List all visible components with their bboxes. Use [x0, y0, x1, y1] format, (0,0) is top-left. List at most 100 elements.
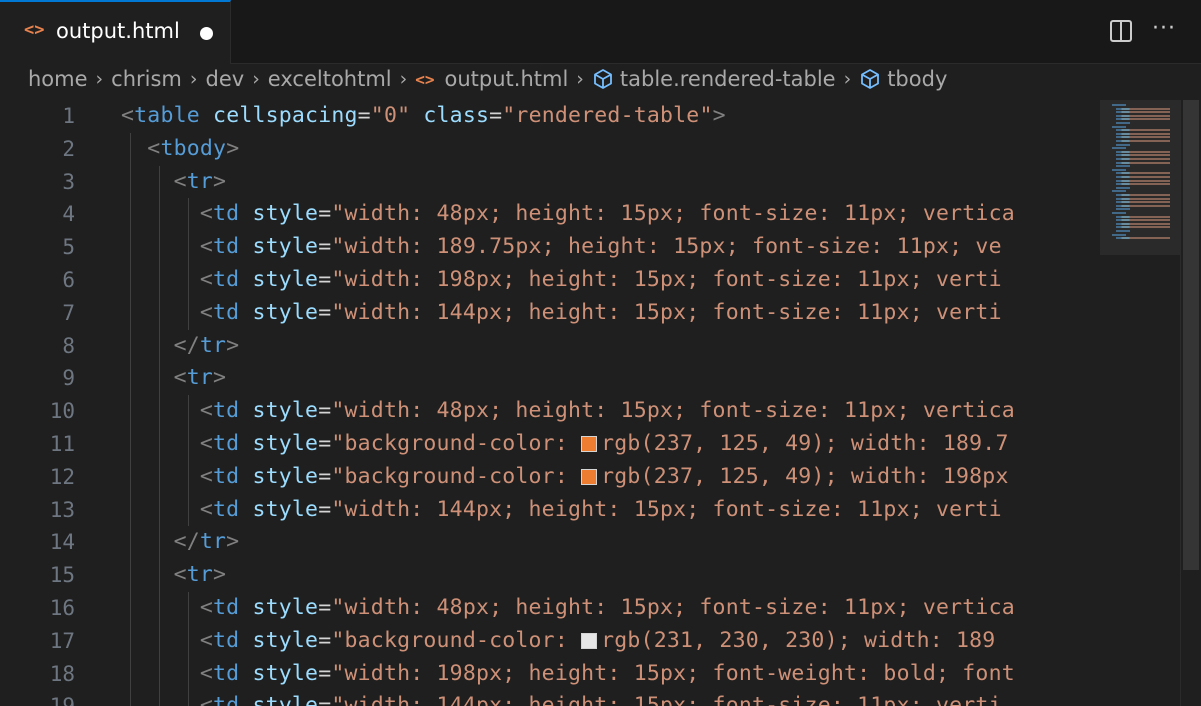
line-number: 11 [49, 431, 75, 456]
color-swatch-icon[interactable] [581, 632, 598, 649]
more-actions-icon[interactable]: ··· [1150, 17, 1178, 45]
unsaved-dot-icon[interactable] [200, 27, 213, 40]
minimap-code-stroke [1112, 233, 1126, 236]
symbol-cube-icon [593, 69, 612, 89]
minimap-code-stroke [1112, 125, 1126, 128]
minimap-code-stroke [1116, 118, 1170, 121]
code-line: <td style="width: 189.75px; height: 15px… [121, 231, 1100, 264]
line-number: 10 [49, 399, 75, 424]
minimap-code-stroke [1116, 237, 1170, 240]
code-line: <tr> [121, 362, 1100, 396]
breadcrumb-dev[interactable]: dev [206, 67, 245, 91]
chevron-right-icon: › [576, 68, 584, 90]
minimap-code-stroke [1116, 136, 1170, 139]
line-number: 6 [62, 267, 75, 292]
line-number: 5 [62, 235, 75, 260]
line-number: 1 [62, 104, 75, 128]
line-number: 9 [62, 366, 75, 391]
minimap-code-stroke [1116, 143, 1130, 146]
html-file-icon: <> [24, 20, 45, 40]
code-line: <td style="width: 144px; height: 15px; f… [121, 296, 1100, 330]
code-line: <tr> [121, 559, 1100, 592]
code-line: </tr> [121, 526, 1100, 560]
minimap-code-stroke [1116, 154, 1170, 157]
minimap-code-stroke [1116, 150, 1170, 153]
line-number: 3 [62, 169, 75, 194]
minimap-code-stroke [1116, 194, 1170, 196]
line-number: 17 [49, 628, 75, 653]
line-number: 19 [0, 690, 90, 706]
code-line: <tr> [121, 165, 1100, 199]
code-lines[interactable]: <table cellspacing="0" class="rendered-t… [121, 100, 1100, 706]
code-line: <td style="width: 48px; height: 15px; fo… [121, 591, 1100, 625]
breadcrumb-symbol-table[interactable]: table.rendered-table [620, 67, 836, 91]
code-line: <td style="width: 144px; height: 15px; f… [121, 493, 1100, 527]
minimap-code-stroke [1116, 158, 1170, 160]
breadcrumb-home[interactable]: home [28, 67, 88, 91]
minimap-code-stroke [1116, 201, 1170, 204]
breadcrumb-symbol-tbody[interactable]: tbody [887, 67, 947, 91]
line-number: 4 [62, 202, 75, 227]
code-line: <td style="background-color: rgb(231, 23… [121, 624, 1100, 658]
breadcrumb-exceltohtml[interactable]: exceltohtml [268, 67, 392, 91]
vertical-scrollbar[interactable] [1180, 100, 1201, 706]
minimap-code-stroke [1116, 179, 1170, 182]
code-line: <td style="width: 48px; height: 15px; fo… [121, 395, 1100, 428]
minimap-code-stroke [1116, 183, 1170, 186]
minimap-code-stroke [1116, 114, 1170, 117]
minimap-code-stroke [1116, 111, 1170, 114]
code-line: <td style="background-color: rgb(237, 12… [121, 427, 1100, 461]
minimap-code-stroke [1116, 165, 1130, 168]
minimap-code-stroke [1116, 176, 1170, 178]
minimap-code-stroke [1116, 122, 1130, 124]
line-number: 15 [49, 563, 75, 588]
chevron-right-icon: › [95, 68, 104, 90]
tab-label: output.html [56, 19, 180, 43]
chevron-right-icon: › [189, 68, 198, 90]
code-line: </tr> [121, 329, 1100, 363]
minimap-code-stroke [1112, 168, 1126, 171]
breadcrumb-file[interactable]: output.html [445, 67, 569, 91]
breadcrumb-chrism[interactable]: chrism [111, 67, 182, 91]
minimap-code-stroke [1116, 161, 1170, 164]
color-swatch-icon[interactable] [581, 468, 598, 485]
line-number: 8 [62, 333, 75, 358]
code-line: <tbody> [121, 132, 1100, 166]
minimap-code-stroke [1112, 147, 1126, 150]
chevron-right-icon: › [399, 68, 408, 90]
code-editor[interactable]: 1 2 3 4 5 6 7 8 9 10 11 12 13 14 15 16 1… [0, 100, 1100, 706]
code-line: <table cellspacing="0" class="rendered-t… [121, 103, 726, 128]
minimap-code-stroke [1116, 197, 1170, 200]
code-line: <td style="width: 144px; height: 15px; f… [121, 690, 1100, 706]
minimap-code-stroke [1116, 204, 1170, 207]
line-number-gutter: 1 2 3 4 5 6 7 8 9 10 11 12 13 14 15 16 1… [0, 100, 90, 706]
minimap-code-stroke [1116, 186, 1130, 189]
line-number: 12 [49, 464, 75, 489]
minimap-code-stroke [1112, 212, 1126, 214]
minimap-code-stroke [1116, 140, 1170, 142]
line-number: 7 [62, 300, 75, 325]
split-editor-icon[interactable] [1108, 17, 1136, 45]
color-swatch-icon[interactable] [581, 435, 598, 452]
tab-output-html[interactable]: <> output.html [0, 0, 231, 64]
line-number: 16 [49, 595, 75, 620]
minimap-code-stroke [1116, 107, 1170, 110]
symbol-cube-icon [861, 69, 880, 89]
line-number: 14 [49, 530, 75, 555]
code-line: <td style="background-color: rgb(237, 12… [121, 460, 1100, 494]
tab-bar: <> output.html ··· [0, 0, 1201, 64]
scrollbar-thumb[interactable] [1183, 100, 1199, 570]
code-line: <td style="width: 48px; height: 15px; fo… [121, 198, 1100, 232]
code-line: <td style="width: 198px; height: 15px; f… [121, 263, 1100, 297]
minimap-code-stroke [1116, 208, 1130, 211]
minimap-code-stroke [1116, 132, 1170, 135]
code-line: <td style="width: 198px; height: 15px; f… [121, 657, 1100, 691]
line-number: 18 [49, 661, 75, 686]
chevron-right-icon: › [843, 68, 852, 90]
minimap-code-stroke [1116, 129, 1170, 132]
minimap-code-stroke [1112, 190, 1126, 193]
breadcrumb: home › chrism › dev › exceltohtml › <> output.htm… [28, 66, 1198, 98]
line-number: 13 [49, 497, 75, 522]
html-file-icon: <> [415, 69, 435, 89]
chevron-right-icon: › [252, 68, 260, 90]
